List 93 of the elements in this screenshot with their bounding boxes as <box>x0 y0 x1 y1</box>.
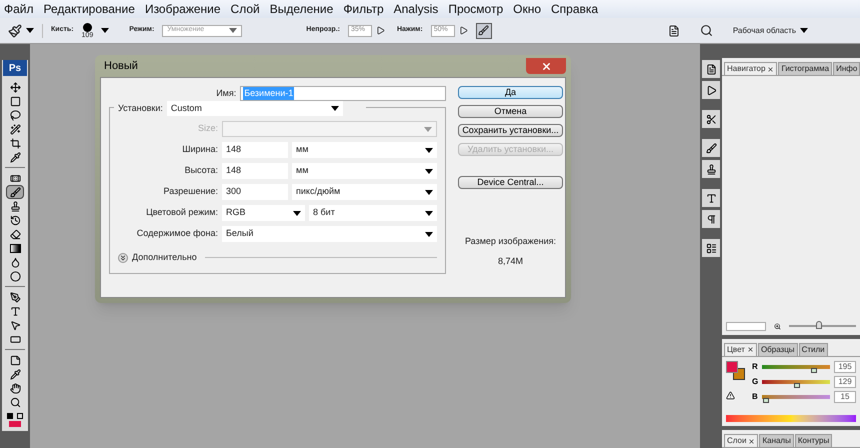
caret-icon <box>330 106 339 111</box>
default-colors-icon[interactable] <box>7 413 13 419</box>
zoom-icon[interactable] <box>700 24 713 37</box>
channel-label: G <box>752 376 758 388</box>
channel-label: B <box>752 390 758 403</box>
brush-tool-icon[interactable] <box>6 185 24 199</box>
menu-item[interactable]: Окно <box>513 0 542 18</box>
channel-value-field[interactable]: 195 <box>834 360 856 373</box>
unit-select[interactable]: мм <box>292 163 437 179</box>
field-label: Содержимое фона: <box>136 227 218 240</box>
bit-depth-select[interactable]: 8 бит <box>309 205 437 221</box>
field-label: Ширина: <box>181 143 218 156</box>
document-icon[interactable] <box>668 24 680 36</box>
close-button[interactable] <box>526 58 566 74</box>
caret-icon <box>293 210 301 216</box>
dialog-button[interactable]: Отмена <box>458 105 563 118</box>
dialog-title: Новый <box>103 58 138 74</box>
color-spectrum[interactable] <box>726 415 856 422</box>
caret-icon <box>800 28 808 33</box>
airbrush-toggle[interactable] <box>476 22 492 38</box>
dialog-button[interactable]: Device Central... <box>458 176 563 189</box>
channel-value-field[interactable]: 15 <box>834 390 856 403</box>
close-icon[interactable] <box>767 66 774 72</box>
channel-label: R <box>752 360 758 373</box>
channel-value-field[interactable]: 129 <box>834 376 856 388</box>
dialog-button[interactable]: Да <box>458 86 563 99</box>
warning-icon <box>726 390 735 400</box>
panel-tab[interactable]: Образцы <box>758 342 798 356</box>
swap-colors-icon[interactable] <box>17 413 23 419</box>
menu-item[interactable]: Фильтр <box>343 0 384 18</box>
panel-tab[interactable]: Гистограмма <box>778 62 832 75</box>
field-label: Size: <box>196 122 218 136</box>
flyout-arrow-icon[interactable] <box>376 26 385 35</box>
foreground-color-swatch[interactable] <box>726 360 738 373</box>
name-label: Имя: <box>215 86 236 100</box>
character-icon[interactable] <box>702 189 720 207</box>
menu-item[interactable]: Файл <box>4 0 34 18</box>
caret-icon <box>425 168 433 174</box>
flyout-arrow-icon[interactable] <box>458 26 468 35</box>
caret-icon <box>425 190 433 194</box>
menu-item[interactable]: Справка <box>551 0 598 18</box>
dialog-button[interactable]: Сохранить установки... <box>458 124 563 137</box>
brush-tool-icon[interactable] <box>8 24 22 38</box>
panel-tab[interactable]: Контуры <box>794 434 832 447</box>
field-label: Цветовой режим: <box>145 206 218 220</box>
menu-item[interactable]: Редактирование <box>44 0 135 18</box>
menu-item[interactable]: Analysis <box>394 0 438 18</box>
image-size-value: 8,74M <box>498 254 523 268</box>
zoom-field[interactable] <box>726 322 766 331</box>
caret-icon <box>425 210 433 216</box>
field-label: Высота: <box>184 164 218 178</box>
expand-icon[interactable] <box>118 252 128 263</box>
caret-icon <box>229 28 238 33</box>
number-field[interactable]: 300 <box>222 184 288 200</box>
menu-item[interactable]: Просмотр <box>448 0 504 18</box>
slider-thumb[interactable] <box>794 382 800 388</box>
panel-tab[interactable]: Цвет <box>724 342 757 356</box>
preset-select[interactable]: Custom <box>166 101 343 116</box>
caret-icon <box>425 148 433 152</box>
menu-item[interactable]: Изображение <box>144 0 221 18</box>
zoom-slider-thumb[interactable] <box>816 321 822 330</box>
unit-select[interactable]: мм <box>292 142 437 158</box>
caret-icon <box>26 28 34 33</box>
number-field[interactable]: 148 <box>222 142 288 158</box>
menu-item[interactable]: Выделение <box>270 0 334 18</box>
brushes-icon[interactable] <box>702 139 720 157</box>
caret-icon <box>424 126 432 132</box>
image-size-label: Размер изображения: <box>464 235 556 248</box>
close-icon[interactable] <box>746 346 754 354</box>
close-icon <box>540 60 552 72</box>
field-label: Разрешение: <box>162 185 218 198</box>
color-mode-select[interactable]: RGB <box>222 205 305 221</box>
clone-source-icon[interactable] <box>702 160 720 178</box>
close-icon[interactable] <box>748 438 756 444</box>
paragraph-icon[interactable] <box>702 210 720 228</box>
caret-icon <box>425 232 433 236</box>
preset-label: Установки: <box>118 102 163 115</box>
panel-tab[interactable]: Стили <box>798 342 828 356</box>
panel-tab[interactable]: Слои <box>724 434 758 447</box>
panel-tab[interactable]: Каналы <box>759 434 794 447</box>
caret-icon <box>101 28 110 33</box>
slider-thumb[interactable] <box>763 398 770 403</box>
ps-logo: Ps <box>3 60 27 76</box>
number-field[interactable]: 148 <box>222 163 288 179</box>
foreground-color-swatch[interactable] <box>9 421 21 427</box>
menu-item[interactable]: Слой <box>230 0 260 18</box>
background-select[interactable]: Белый <box>222 226 437 242</box>
panel-tab[interactable]: Инфо <box>833 62 860 75</box>
panel-tab[interactable]: Навигатор <box>724 62 778 75</box>
workspace-menu[interactable]: Рабочая область <box>732 24 808 36</box>
slider-thumb[interactable] <box>810 368 817 373</box>
advanced-toggle[interactable]: Дополнительно <box>132 251 197 264</box>
unit-select[interactable]: пикс/дюйм <box>292 184 437 200</box>
